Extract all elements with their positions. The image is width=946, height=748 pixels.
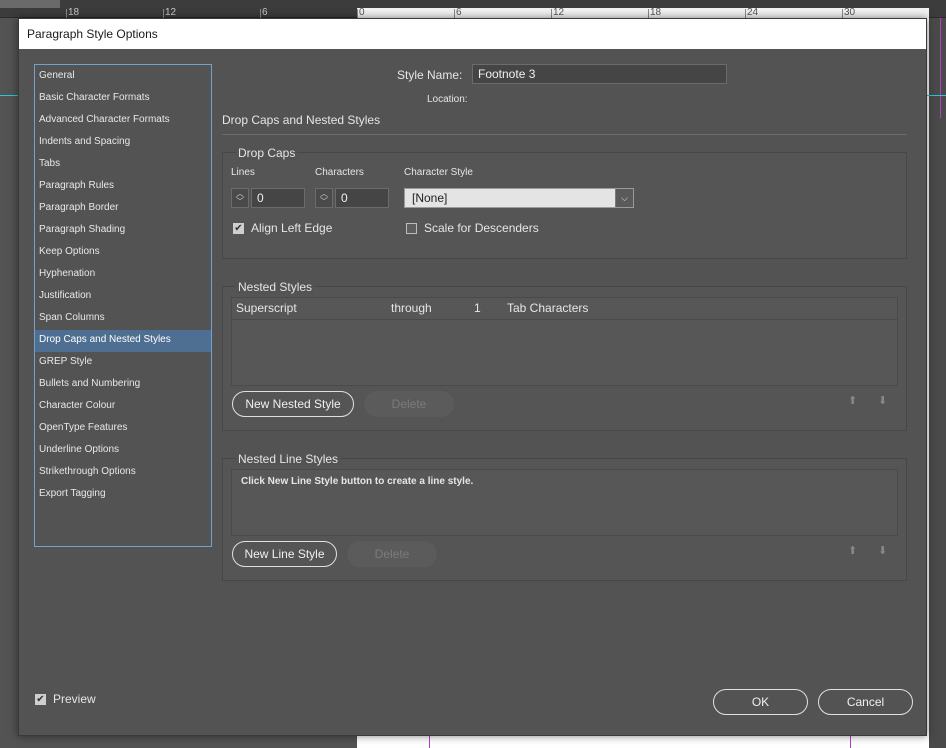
ruler-number: 30 — [844, 7, 856, 18]
ruler-number: 6 — [262, 7, 268, 18]
ruler-number: 18 — [68, 7, 80, 18]
nested-style-mode[interactable]: through — [391, 301, 432, 315]
scale-for-descenders-checkbox[interactable] — [406, 223, 417, 234]
nested-style-name[interactable]: Superscript — [236, 301, 297, 315]
nested-styles-group: Nested Styles Superscript through 1 Tab … — [222, 280, 907, 431]
sidebar-item-paragraph-shading[interactable]: Paragraph Shading — [35, 220, 211, 242]
new-line-style-button[interactable]: New Line Style — [232, 541, 337, 567]
preview-checkbox[interactable]: ✔ — [35, 694, 46, 705]
move-down-icon[interactable]: ⬇ — [878, 544, 887, 557]
table-row[interactable]: Superscript through 1 Tab Characters — [232, 298, 897, 320]
ruler-tick — [454, 9, 455, 18]
paragraph-style-options-dialog: Paragraph Style Options General Basic Ch… — [18, 18, 927, 736]
ruler-tick — [648, 9, 649, 18]
ruler-tick — [842, 9, 843, 18]
pasteboard-strip — [929, 18, 946, 748]
ruler-tick — [551, 9, 552, 18]
ruler-number: 12 — [553, 7, 565, 18]
delete-line-style-button[interactable]: Delete — [347, 541, 437, 567]
cancel-button[interactable]: Cancel — [818, 689, 913, 715]
characters-label: Characters — [315, 167, 364, 178]
delete-nested-style-button[interactable]: Delete — [364, 391, 454, 417]
align-left-edge-label: Align Left Edge — [251, 221, 333, 235]
nested-styles-title: Nested Styles — [236, 280, 315, 294]
nested-style-count[interactable]: 1 — [474, 301, 481, 315]
scale-for-descenders-label: Scale for Descenders — [424, 221, 539, 235]
location-label: Location: — [427, 94, 468, 105]
spin-down-icon[interactable]: ﹀ — [236, 198, 244, 206]
style-name-input[interactable]: Footnote 3 — [472, 64, 727, 84]
sidebar-item-tabs[interactable]: Tabs — [35, 154, 211, 176]
ruler-tick — [745, 9, 746, 18]
drop-caps-group: Drop Caps Lines ︿ ﹀ 0 Characters ︿ ﹀ 0 C… — [222, 146, 907, 259]
sidebar-item-indents-and-spacing[interactable]: Indents and Spacing — [35, 132, 211, 154]
align-left-edge-checkbox[interactable]: ✔ — [233, 223, 244, 234]
ruler-number: 18 — [650, 7, 662, 18]
category-list[interactable]: General Basic Character Formats Advanced… — [34, 64, 212, 547]
nested-line-styles-group: Nested Line Styles Click New Line Style … — [222, 452, 907, 581]
new-nested-style-button[interactable]: New Nested Style — [232, 391, 354, 417]
section-divider — [222, 134, 907, 135]
sidebar-item-general[interactable]: General — [35, 66, 211, 88]
ruler-tick — [66, 9, 67, 18]
sidebar-item-underline-options[interactable]: Underline Options — [35, 440, 211, 462]
sidebar-item-advanced-character-formats[interactable]: Advanced Character Formats — [35, 110, 211, 132]
sidebar-item-export-tagging[interactable]: Export Tagging — [35, 484, 211, 506]
horizontal-ruler: 18 12 6 0 6 12 18 24 30 — [0, 0, 946, 18]
ruler-tick — [260, 9, 261, 18]
nested-styles-table[interactable]: Superscript through 1 Tab Characters — [231, 297, 898, 386]
sidebar-item-span-columns[interactable]: Span Columns — [35, 308, 211, 330]
drop-caps-title: Drop Caps — [236, 146, 298, 160]
ruler-guide — [0, 95, 18, 96]
sidebar-item-character-colour[interactable]: Character Colour — [35, 396, 211, 418]
move-up-icon[interactable]: ⬆ — [848, 544, 857, 557]
ruler-number: 6 — [456, 7, 462, 18]
ruler-tick — [163, 9, 164, 18]
sidebar-item-keep-options[interactable]: Keep Options — [35, 242, 211, 264]
margin-guide — [940, 18, 941, 118]
ruler-number: 12 — [165, 7, 177, 18]
ruler-number: 0 — [359, 7, 365, 18]
character-style-value: [None] — [412, 191, 448, 205]
sidebar-item-opentype-features[interactable]: OpenType Features — [35, 418, 211, 440]
nested-line-styles-hint: Click New Line Style button to create a … — [241, 476, 474, 487]
nested-line-styles-table[interactable]: Click New Line Style button to create a … — [231, 469, 898, 536]
section-title: Drop Caps and Nested Styles — [222, 113, 381, 127]
chevron-down-icon[interactable]: ⌵ — [615, 189, 633, 207]
sidebar-item-drop-caps-and-nested-styles[interactable]: Drop Caps and Nested Styles — [35, 330, 211, 352]
sidebar-item-paragraph-rules[interactable]: Paragraph Rules — [35, 176, 211, 198]
ok-button[interactable]: OK — [713, 689, 808, 715]
sidebar-item-grep-style[interactable]: GREP Style — [35, 352, 211, 374]
characters-spinner[interactable]: ︿ ﹀ — [315, 188, 333, 208]
sidebar-item-hyphenation[interactable]: Hyphenation — [35, 264, 211, 286]
ruler-guide — [927, 95, 946, 96]
nested-style-unit[interactable]: Tab Characters — [507, 301, 588, 315]
sidebar-item-bullets-and-numbering[interactable]: Bullets and Numbering — [35, 374, 211, 396]
lines-spinner[interactable]: ︿ ﹀ — [231, 188, 249, 208]
sidebar-item-strikethrough-options[interactable]: Strikethrough Options — [35, 462, 211, 484]
spin-down-icon[interactable]: ﹀ — [320, 198, 328, 206]
character-style-select[interactable]: [None] ⌵ — [404, 188, 634, 208]
preview-label: Preview — [53, 692, 96, 706]
lines-input[interactable]: 0 — [251, 188, 305, 208]
lines-label: Lines — [231, 167, 255, 178]
sidebar-item-paragraph-border[interactable]: Paragraph Border — [35, 198, 211, 220]
style-name-label: Style Name: — [397, 68, 463, 82]
move-up-icon[interactable]: ⬆ — [848, 394, 857, 407]
sidebar-item-basic-character-formats[interactable]: Basic Character Formats — [35, 88, 211, 110]
sidebar-item-justification[interactable]: Justification — [35, 286, 211, 308]
move-down-icon[interactable]: ⬇ — [878, 394, 887, 407]
ruler-tab — [0, 0, 60, 8]
dialog-title: Paragraph Style Options — [19, 19, 926, 49]
characters-input[interactable]: 0 — [335, 188, 389, 208]
nested-line-styles-title: Nested Line Styles — [236, 452, 341, 466]
character-style-label: Character Style — [404, 167, 473, 178]
ruler-tick — [357, 9, 358, 18]
ruler-number: 24 — [747, 7, 759, 18]
